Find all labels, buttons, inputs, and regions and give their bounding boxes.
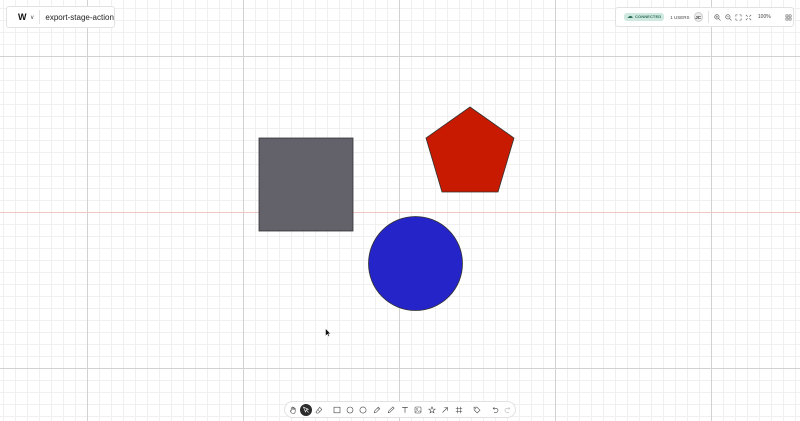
fullscreen-button[interactable] bbox=[745, 13, 753, 22]
pentagon-fill bbox=[425, 106, 515, 193]
rectangle-fill bbox=[258, 137, 354, 232]
chevron-down-icon[interactable]: ∨ bbox=[30, 14, 34, 21]
circle-fill bbox=[368, 216, 463, 311]
title-divider bbox=[39, 10, 41, 24]
fit-to-screen-button[interactable] bbox=[734, 13, 742, 22]
tool-star[interactable] bbox=[426, 404, 438, 416]
user-count: 1 USERS bbox=[670, 14, 690, 20]
document-title[interactable]: export-stage-action bbox=[45, 13, 113, 22]
canvas-shape-rectangle[interactable] bbox=[258, 137, 354, 233]
connection-badge: ☁ CONNECTED bbox=[624, 13, 665, 21]
image-icon bbox=[414, 406, 422, 414]
redo-icon bbox=[504, 406, 511, 413]
tool-pen[interactable] bbox=[371, 404, 383, 416]
zoom-out-button[interactable] bbox=[724, 13, 732, 22]
tool-frame[interactable] bbox=[453, 404, 465, 416]
tool-arrow[interactable] bbox=[439, 404, 451, 416]
fullscreen-icon bbox=[745, 14, 752, 20]
connection-status: CONNECTED bbox=[635, 14, 662, 19]
grid-settings-icon bbox=[785, 14, 792, 20]
mouse-cursor-icon bbox=[325, 328, 331, 337]
app-logo[interactable]: W bbox=[18, 12, 27, 22]
star-icon bbox=[428, 406, 436, 414]
settings-button[interactable] bbox=[785, 13, 793, 22]
zoom-out-icon bbox=[725, 13, 732, 21]
drawing-toolbar bbox=[284, 401, 516, 418]
ellipse-icon bbox=[346, 406, 354, 414]
canvas-shape-pentagon[interactable] bbox=[424, 106, 516, 194]
tool-undo[interactable] bbox=[489, 404, 501, 416]
document-title-panel: W ∨ export-stage-action bbox=[6, 6, 115, 28]
pencil-icon bbox=[387, 406, 395, 414]
frame-icon bbox=[455, 406, 463, 414]
tool-rectangle[interactable] bbox=[331, 404, 343, 416]
tool-select[interactable] bbox=[300, 404, 312, 416]
tool-image[interactable] bbox=[412, 404, 424, 416]
whiteboard-canvas[interactable] bbox=[0, 0, 800, 421]
fit-screen-icon bbox=[735, 14, 742, 20]
canvas-origin-axis bbox=[0, 212, 800, 213]
zoom-in-icon bbox=[714, 13, 722, 21]
tool-text[interactable] bbox=[399, 404, 411, 416]
tool-redo[interactable] bbox=[502, 404, 514, 416]
text-icon bbox=[402, 407, 408, 413]
circle-icon bbox=[359, 406, 367, 414]
tool-eraser[interactable] bbox=[313, 404, 325, 416]
canvas-shape-circle[interactable] bbox=[367, 215, 464, 312]
status-divider bbox=[707, 11, 709, 23]
rectangle-icon bbox=[333, 406, 341, 414]
zoom-level[interactable]: 100% bbox=[758, 14, 771, 20]
hand-icon bbox=[290, 406, 296, 414]
tool-polygon[interactable] bbox=[357, 404, 369, 416]
collaboration-status-panel: ☁ CONNECTED 1 USERS JC 100% bbox=[615, 7, 794, 27]
tag-icon bbox=[473, 406, 481, 414]
arrow-icon bbox=[442, 407, 448, 413]
select-icon bbox=[302, 406, 310, 413]
cloud-icon: ☁ bbox=[627, 14, 633, 20]
tool-tag[interactable] bbox=[471, 404, 483, 416]
eraser-icon bbox=[315, 406, 323, 414]
undo-icon bbox=[492, 406, 499, 413]
avatar[interactable]: JC bbox=[693, 12, 703, 22]
tool-ellipse[interactable] bbox=[344, 404, 356, 416]
tool-hand[interactable] bbox=[287, 404, 299, 416]
pen-icon bbox=[373, 406, 381, 414]
zoom-in-button[interactable] bbox=[714, 13, 722, 22]
tool-pencil[interactable] bbox=[385, 404, 397, 416]
